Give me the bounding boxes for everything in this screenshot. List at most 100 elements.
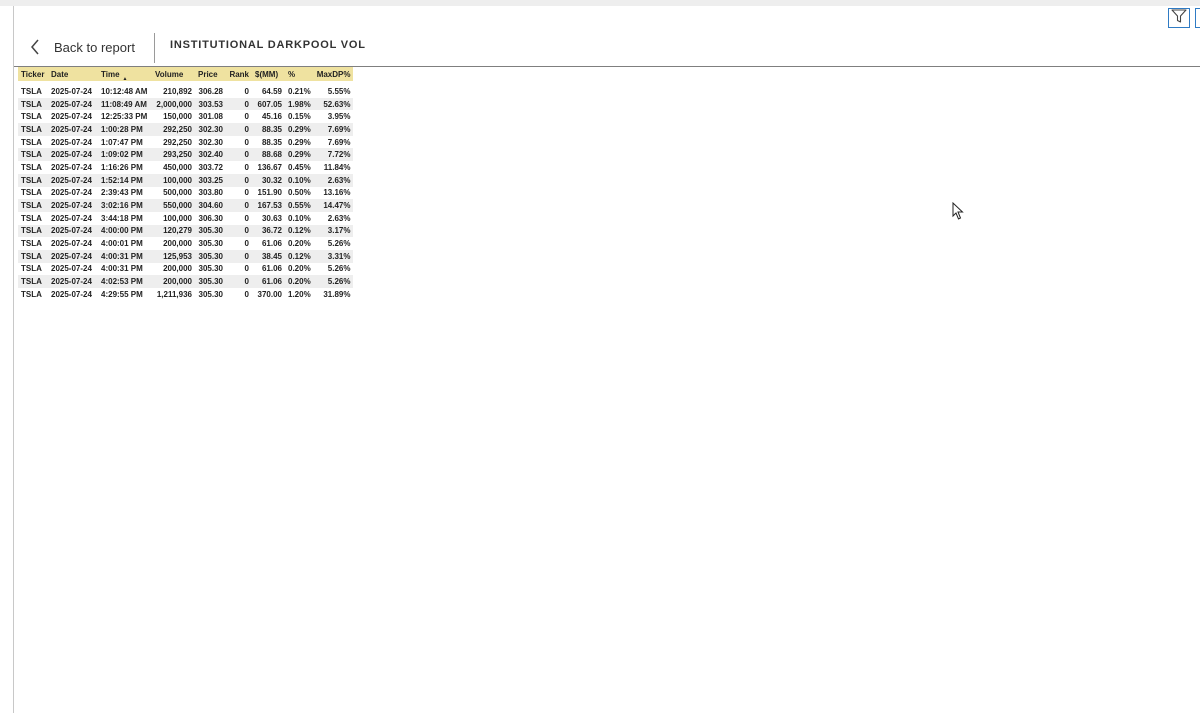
table-row[interactable]: TSLA 2025-07-24 10:12:48 AM 210,892 306.28 0 6… xyxy=(18,85,354,98)
cell-price: 305.30 xyxy=(195,262,226,276)
cell-date: 2025-07-24 xyxy=(48,123,98,136)
header-divider xyxy=(154,33,155,63)
column-header-time[interactable]: Time ▲ xyxy=(98,67,152,82)
cell-ticker: TSLA xyxy=(18,123,48,136)
cell-price: 305.30 xyxy=(195,275,226,288)
cell-time: 10:12:48 AM xyxy=(98,85,152,98)
sort-ascending-icon: ▲ xyxy=(122,76,128,82)
cell-date: 2025-07-24 xyxy=(48,161,98,174)
cell-maxdp: 3.31% xyxy=(313,249,354,263)
cell-ticker: TSLA xyxy=(18,275,48,288)
cell-rank: 0 xyxy=(226,123,252,136)
cell-time: 12:25:33 PM xyxy=(98,110,152,124)
cell-volume: 1,211,936 xyxy=(152,288,195,301)
cell-rank: 0 xyxy=(226,211,252,225)
cell-date: 2025-07-24 xyxy=(48,85,98,98)
column-header-time-label: Time xyxy=(101,69,120,79)
table-row[interactable]: TSLA 2025-07-24 1:07:47 PM 292,250 302.30 0 88… xyxy=(18,135,354,149)
cell-maxdp: 52.63% xyxy=(313,97,354,111)
cell-dollar-mm: 136.67 xyxy=(252,161,285,174)
cell-dollar-mm: 151.90 xyxy=(252,186,285,200)
table-row[interactable]: TSLA 2025-07-24 4:29:55 PM 1,211,936 305.30 0… xyxy=(18,288,354,301)
column-header-price[interactable]: Price xyxy=(195,67,226,81)
column-header-dollar-mm[interactable]: $(MM) xyxy=(252,67,285,81)
cell-volume: 500,000 xyxy=(152,186,195,200)
cell-percent: 0.29% xyxy=(285,135,314,149)
cell-dollar-mm: 30.32 xyxy=(252,173,285,187)
column-header-rank[interactable]: Rank xyxy=(226,67,252,81)
cell-rank: 0 xyxy=(226,97,252,111)
cell-percent: 0.29% xyxy=(285,123,314,136)
cell-maxdp: 13.16% xyxy=(313,186,354,200)
filter-button[interactable] xyxy=(1168,8,1190,28)
cell-volume: 292,250 xyxy=(152,123,195,136)
table-row[interactable]: TSLA 2025-07-24 3:02:16 PM 550,000 304.60 0 16… xyxy=(18,199,354,212)
table-row[interactable]: TSLA 2025-07-24 2:39:43 PM 500,000 303.80 0 15… xyxy=(18,186,354,200)
table-row[interactable]: TSLA 2025-07-24 12:25:33 PM 150,000 301.08 0 4… xyxy=(18,110,354,124)
cell-volume: 100,000 xyxy=(152,173,195,187)
table-row[interactable]: TSLA 2025-07-24 1:09:02 PM 293,250 302.40 0 88… xyxy=(18,148,354,162)
table-row[interactable]: TSLA 2025-07-24 1:52:14 PM 100,000 303.25 0 30… xyxy=(18,173,354,187)
column-header-maxdp[interactable]: MaxDP% xyxy=(313,67,354,81)
cell-maxdp: 2.63% xyxy=(313,173,354,187)
cell-volume: 292,250 xyxy=(152,135,195,149)
cell-percent: 1.20% xyxy=(285,288,314,301)
cell-percent: 0.12% xyxy=(285,249,314,263)
chevron-left-icon xyxy=(30,39,40,55)
cell-ticker: TSLA xyxy=(18,288,48,301)
cell-maxdp: 5.26% xyxy=(313,275,354,288)
cell-rank: 0 xyxy=(226,135,252,149)
cell-rank: 0 xyxy=(226,237,252,250)
table-row[interactable]: TSLA 2025-07-24 1:00:28 PM 292,250 302.30 0 88… xyxy=(18,123,354,136)
cell-maxdp: 7.69% xyxy=(313,123,354,136)
column-header-date[interactable]: Date xyxy=(48,67,98,81)
cell-maxdp: 5.26% xyxy=(313,237,354,250)
table-row[interactable]: TSLA 2025-07-24 11:08:49 AM 2,000,000 303.53… xyxy=(18,97,354,111)
cell-price: 303.72 xyxy=(195,161,226,174)
cell-volume: 200,000 xyxy=(152,237,195,250)
cell-price: 302.30 xyxy=(195,135,226,149)
cell-maxdp: 31.89% xyxy=(313,288,354,301)
column-header-ticker[interactable]: Ticker xyxy=(18,67,48,81)
cell-dollar-mm: 370.00 xyxy=(252,288,285,301)
cell-dollar-mm: 61.06 xyxy=(252,275,285,288)
cell-dollar-mm: 61.06 xyxy=(252,237,285,250)
table-row[interactable]: TSLA 2025-07-24 4:00:01 PM 200,000 305.30 0 61… xyxy=(18,237,354,250)
more-options-button[interactable] xyxy=(1195,8,1200,28)
cell-percent: 0.45% xyxy=(285,161,314,174)
canvas-left-edge xyxy=(13,6,14,713)
back-to-report-button[interactable]: Back to report xyxy=(30,36,135,58)
column-header-percent[interactable]: % xyxy=(285,67,314,81)
cell-volume: 200,000 xyxy=(152,262,195,276)
cell-ticker: TSLA xyxy=(18,148,48,162)
cell-percent: 0.20% xyxy=(285,275,314,288)
cell-dollar-mm: 88.35 xyxy=(252,123,285,136)
cell-maxdp: 14.47% xyxy=(313,199,354,212)
cell-percent: 0.10% xyxy=(285,211,314,225)
cell-date: 2025-07-24 xyxy=(48,97,98,111)
cell-volume: 210,892 xyxy=(152,85,195,98)
cell-rank: 0 xyxy=(226,173,252,187)
cell-price: 302.40 xyxy=(195,148,226,162)
cell-rank: 0 xyxy=(226,275,252,288)
cell-volume: 100,000 xyxy=(152,211,195,225)
cell-maxdp: 5.55% xyxy=(313,85,354,98)
table-row[interactable]: TSLA 2025-07-24 4:00:00 PM 120,279 305.30 0 36… xyxy=(18,224,354,238)
cell-ticker: TSLA xyxy=(18,173,48,187)
table-row[interactable]: TSLA 2025-07-24 4:00:31 PM 125,953 305.30 0 38… xyxy=(18,249,354,263)
cell-date: 2025-07-24 xyxy=(48,135,98,149)
table-row[interactable]: TSLA 2025-07-24 1:16:26 PM 450,000 303.72 0 13… xyxy=(18,161,354,174)
cell-price: 302.30 xyxy=(195,123,226,136)
cell-percent: 0.10% xyxy=(285,173,314,187)
table-row[interactable]: TSLA 2025-07-24 4:00:31 PM 200,000 305.30 0 61… xyxy=(18,262,354,276)
cell-date: 2025-07-24 xyxy=(48,224,98,238)
cell-date: 2025-07-24 xyxy=(48,148,98,162)
cell-rank: 0 xyxy=(226,224,252,238)
table-row[interactable]: TSLA 2025-07-24 3:44:18 PM 100,000 306.30 0 30… xyxy=(18,211,354,225)
cell-time: 1:52:14 PM xyxy=(98,173,152,187)
cell-date: 2025-07-24 xyxy=(48,249,98,263)
column-header-volume[interactable]: Volume xyxy=(152,67,195,81)
cell-ticker: TSLA xyxy=(18,110,48,124)
cell-volume: 120,279 xyxy=(152,224,195,238)
table-row[interactable]: TSLA 2025-07-24 4:02:53 PM 200,000 305.30 0 61… xyxy=(18,275,354,288)
